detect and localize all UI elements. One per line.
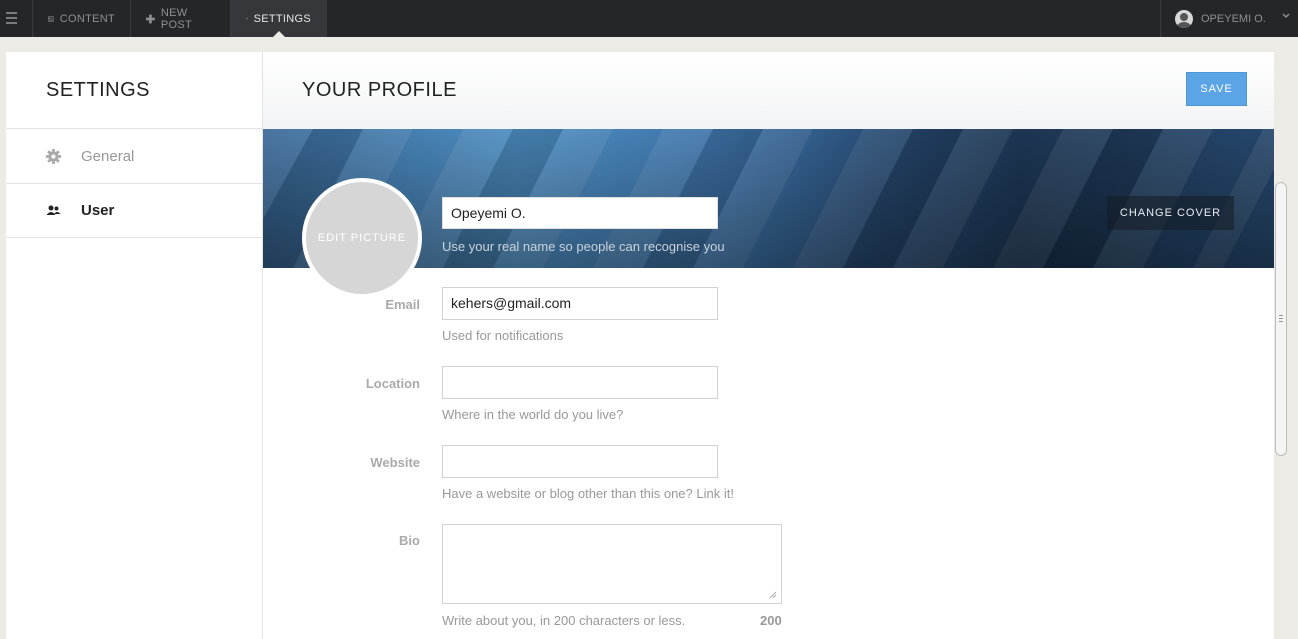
location-help: Where in the world do you live? [442, 407, 624, 422]
top-nav-bar: CONTENT NEW POST SETTINGS OPEYEMI O. [0, 0, 1298, 37]
gears-icon [246, 17, 248, 20]
users-icon [46, 205, 61, 215]
content-icon [48, 15, 54, 22]
sidebar-item-user[interactable]: User [6, 184, 262, 238]
profile-content: YOUR PROFILE SAVE CHANGE COVER EDIT PICT… [263, 52, 1274, 639]
page-title: YOUR PROFILE [302, 79, 457, 101]
bio-char-count: 200 [760, 613, 782, 628]
chevron-down-icon [1282, 13, 1290, 19]
nav-new-post-label: NEW POST [160, 6, 193, 31]
user-menu[interactable]: OPEYEMI O. [1160, 0, 1298, 37]
nav-content[interactable]: CONTENT [33, 0, 131, 37]
page-scrollbar[interactable] [1274, 37, 1298, 639]
bio-label: Bio [399, 533, 420, 548]
user-name: OPEYEMI O. [1201, 12, 1266, 25]
website-label: Website [370, 455, 420, 470]
email-help: Used for notifications [442, 328, 564, 343]
gear-icon [46, 148, 61, 164]
resize-grip-icon[interactable] [769, 591, 777, 599]
name-help: Use your real name so people can recogni… [442, 239, 725, 254]
nav-content-label: CONTENT [59, 12, 115, 25]
nav-new-post[interactable]: NEW POST [131, 0, 231, 37]
email-label: Email [385, 297, 420, 312]
sidebar-item-general-label: General [81, 147, 135, 165]
sidebar-item-general[interactable]: General [6, 129, 262, 184]
save-button[interactable]: SAVE [1186, 72, 1247, 106]
profile-header: YOUR PROFILE SAVE [263, 52, 1274, 129]
user-avatar-icon [1175, 9, 1193, 28]
change-cover-button[interactable]: CHANGE COVER [1107, 196, 1234, 230]
sidebar-title: SETTINGS [6, 52, 262, 129]
location-field[interactable] [442, 366, 718, 399]
website-help: Have a website or blog other than this o… [442, 486, 734, 501]
settings-sidebar: SETTINGS General User [6, 52, 263, 639]
name-field[interactable]: Opeyemi O. [442, 197, 718, 229]
location-label: Location [365, 376, 420, 391]
plus-icon [146, 14, 155, 23]
menu-toggle-icon[interactable] [0, 0, 33, 37]
email-field[interactable]: kehers@gmail.com [442, 287, 718, 320]
website-field[interactable] [442, 445, 718, 478]
scrollbar-thumb[interactable] [1275, 182, 1287, 456]
bio-textarea[interactable] [442, 524, 782, 604]
edit-picture-label: EDIT PICTURE [317, 232, 407, 244]
settings-panel: SETTINGS General User YOUR PROFILE SAVE [6, 52, 1274, 639]
bio-help: Write about you, in 200 characters or le… [442, 613, 686, 628]
nav-settings-label: SETTINGS [253, 12, 311, 25]
nav-settings[interactable]: SETTINGS [231, 0, 327, 37]
edit-picture-button[interactable]: EDIT PICTURE [302, 178, 422, 298]
sidebar-item-user-label: User [81, 202, 115, 219]
